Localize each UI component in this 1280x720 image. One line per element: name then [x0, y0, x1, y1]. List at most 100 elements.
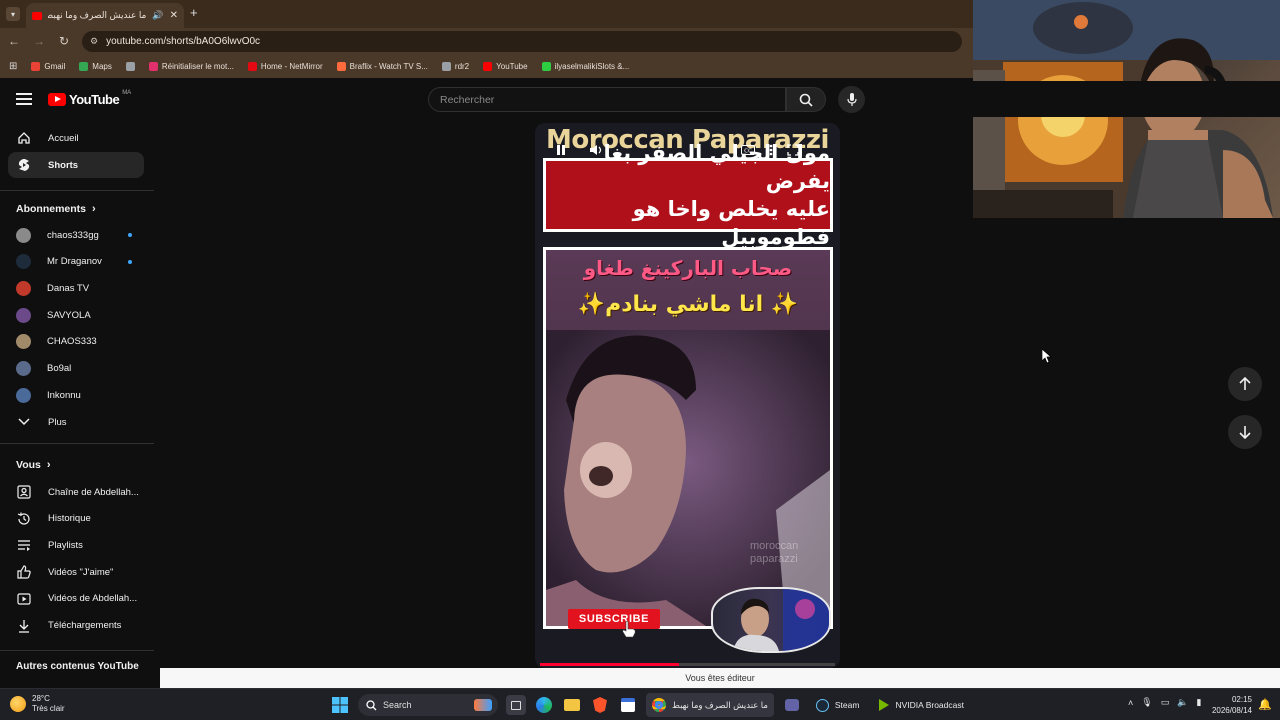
editor-notice-text: Vous êtes éditeur — [685, 673, 755, 683]
youtube-favicon-icon — [32, 11, 42, 20]
taskbar-chrome-window[interactable]: ما عنديش الصرف وما نهبط — [646, 693, 774, 717]
youtube-logo[interactable]: YouTube MA — [48, 89, 132, 107]
sidebar-subscription-item[interactable]: Danas TV — [8, 275, 144, 301]
clock-date: 2026/08/14 — [1211, 706, 1252, 715]
channel-avatar — [16, 361, 31, 376]
bookmark-item[interactable]: Home - NetMirror — [247, 61, 323, 71]
bookmark-item[interactable]: YouTube — [483, 61, 528, 71]
subscription-label: CHAOS333 — [47, 336, 97, 348]
sidebar-subscription-item[interactable]: CHAOS333 — [8, 329, 144, 355]
sidebar-subscription-item[interactable]: Mr Draganov — [8, 249, 144, 275]
back-button[interactable]: ← — [3, 30, 25, 52]
region-code: MA — [122, 89, 132, 96]
tray-overflow-icon[interactable]: ˄ — [1128, 698, 1133, 708]
channel-avatar — [16, 254, 31, 270]
video-watermark: moroccan paparazzi — [750, 540, 798, 566]
bookmark-item[interactable] — [125, 61, 135, 71]
bookmark-item[interactable]: ilyaselmalikiSlots &... — [541, 61, 629, 71]
headline-banner: مول الجيلي الصفر بغا يفرض عليه يخلص واخا… — [543, 141, 833, 249]
brave-icon[interactable] — [590, 695, 610, 715]
sidebar-item-home[interactable]: Accueil — [8, 125, 144, 151]
calendar-app-icon[interactable] — [618, 695, 638, 715]
sidebar-subscription-item[interactable]: Inkonnu — [8, 382, 144, 408]
search-button[interactable] — [786, 87, 826, 112]
address-bar[interactable]: ⚙ youtube.com/shorts/bA0O6lwvO0c — [82, 31, 962, 52]
sidebar-you-item[interactable]: Vidéos "J'aime" — [8, 559, 144, 585]
apps-grid-icon[interactable]: ⊞ — [9, 61, 17, 72]
sidebar-subscription-item[interactable]: Bo9al — [8, 356, 144, 382]
network-icon[interactable]: ▭ — [1161, 697, 1170, 708]
file-explorer-icon[interactable] — [562, 695, 582, 715]
sidebar-item-label: Vidéos de Abdellah... — [48, 593, 138, 605]
browser-tab-active[interactable]: ما عنديش الصرف وما نهبط 🔊 ✕ — [26, 3, 184, 28]
bookmark-item[interactable]: Réinitialiser le mot... — [148, 61, 234, 71]
sidebar-you-item[interactable]: Téléchargements — [8, 613, 144, 639]
next-short-button[interactable] — [1228, 415, 1262, 449]
previous-short-button[interactable] — [1228, 367, 1262, 401]
chevron-right-icon: › — [92, 203, 96, 215]
sidebar-item-label: Plus — [48, 416, 67, 428]
url-text: youtube.com/shorts/bA0O6lwvO0c — [106, 36, 261, 47]
video-progress-bar[interactable] — [540, 663, 835, 666]
logo-text: YouTube — [69, 92, 120, 107]
video-frame: صحاب الباركينغ طغاو ✨ انا ماشي بنادم✨ mo… — [543, 247, 833, 629]
sidebar-subscription-item[interactable]: chaos333gg — [8, 222, 144, 248]
windows-taskbar: 28°C Très clair Search ما عنديش الصرف وم… — [0, 688, 1280, 720]
windows-logo-icon — [332, 697, 348, 713]
edge-icon[interactable] — [534, 695, 554, 715]
editor-notice-bar: Vous êtes éditeur — [160, 668, 1280, 688]
site-info-icon[interactable]: ⚙ — [90, 36, 98, 47]
weather-widget[interactable]: 28°C Très clair — [10, 694, 65, 714]
system-clock[interactable]: 02:15 2026/08/14 — [1204, 694, 1252, 716]
start-button[interactable] — [330, 695, 350, 715]
voice-search-button[interactable] — [838, 86, 865, 113]
sidebar-item-more[interactable]: Plus — [8, 409, 144, 435]
sidebar-you-item[interactable]: Vidéos de Abdellah... — [8, 586, 144, 612]
battery-icon[interactable]: ▮ — [1196, 697, 1201, 708]
subscriptions-heading[interactable]: Abonnements › — [16, 203, 96, 215]
sidebar-item-shorts[interactable]: Shorts — [8, 152, 144, 178]
sidebar-subscription-item[interactable]: SAVYOLA — [8, 302, 144, 328]
hand-pointer-icon — [622, 620, 636, 638]
subscription-label: SAVYOLA — [47, 309, 91, 321]
tab-search-button[interactable]: ▾ — [6, 7, 20, 21]
notifications-icon[interactable]: 🔔 — [1258, 698, 1272, 711]
hamburger-menu-button[interactable] — [14, 90, 34, 108]
bookmark-item[interactable]: rdr2 — [441, 61, 469, 71]
taskbar-nvidia-broadcast[interactable]: NVIDIA Broadcast — [873, 693, 970, 717]
browser-toolbar: ← → ↻ ⚙ youtube.com/shorts/bA0O6lwvO0c — [0, 28, 973, 54]
taskbar-search[interactable]: Search — [358, 694, 498, 716]
teams-icon[interactable] — [782, 695, 802, 715]
search-icon — [799, 93, 813, 107]
taskbar-steam[interactable]: Steam — [810, 693, 866, 717]
sidebar-you-item[interactable]: Playlists — [8, 532, 144, 558]
search-input[interactable]: Rechercher — [428, 87, 786, 112]
bookmark-item[interactable]: Gmail — [31, 61, 65, 71]
tab-close-icon[interactable]: ✕ — [170, 10, 178, 21]
bookmark-favicon-icon — [79, 61, 89, 71]
weather-temperature: 28°C — [32, 694, 50, 703]
forward-button[interactable]: → — [28, 30, 50, 52]
bookmark-item[interactable]: Maps — [79, 61, 112, 71]
tab-title: ما عنديش الصرف وما نهبط — [48, 10, 147, 20]
reload-button[interactable]: ↻ — [53, 30, 75, 52]
arrow-down-icon — [1239, 426, 1251, 439]
new-tab-button[interactable]: + — [190, 5, 198, 20]
search-highlight-icon — [474, 699, 492, 711]
you-heading[interactable]: Vous › — [16, 459, 51, 471]
video-progress-fill — [540, 663, 679, 666]
sidebar-you-item[interactable]: Chaîne de Abdellah... — [8, 479, 144, 505]
channel-avatar — [16, 387, 31, 403]
bookmark-item[interactable]: Braflix - Watch TV S... — [336, 61, 428, 71]
other-content-heading: Autres contenus YouTube — [16, 661, 139, 672]
channel-avatar — [16, 280, 31, 296]
sidebar-item-label: Shorts — [48, 159, 79, 171]
sidebar-you-item[interactable]: Historique — [8, 506, 144, 532]
microphone-icon[interactable]: 🎙 — [1141, 697, 1152, 708]
shorts-player[interactable]: Moroccan Paparazzi CC مول الجيلي الصفر ب… — [535, 123, 840, 668]
task-view-icon[interactable] — [506, 695, 526, 715]
volume-icon[interactable]: 🔈 — [1177, 697, 1188, 708]
audio-playing-icon[interactable]: 🔊 — [152, 10, 163, 21]
watermark-line-2: paparazzi — [750, 553, 798, 565]
nvidia-label: NVIDIA Broadcast — [895, 700, 964, 710]
